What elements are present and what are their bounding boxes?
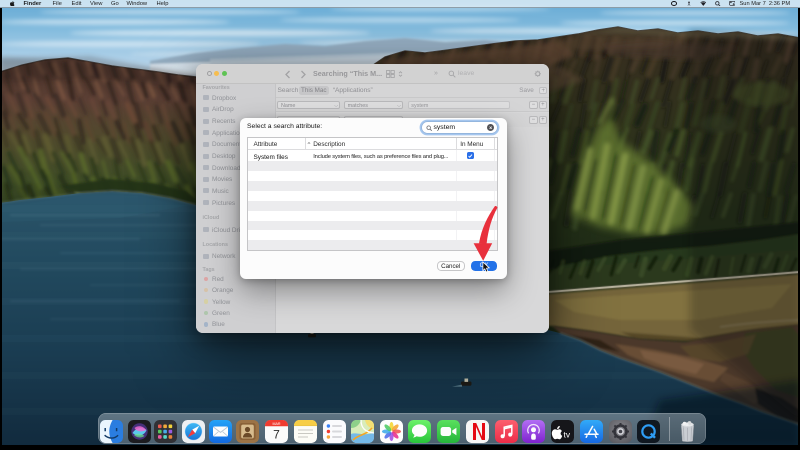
svg-text:tv: tv: [564, 429, 571, 439]
svg-text:MAR: MAR: [273, 421, 281, 425]
svg-text:7: 7: [273, 427, 280, 441]
